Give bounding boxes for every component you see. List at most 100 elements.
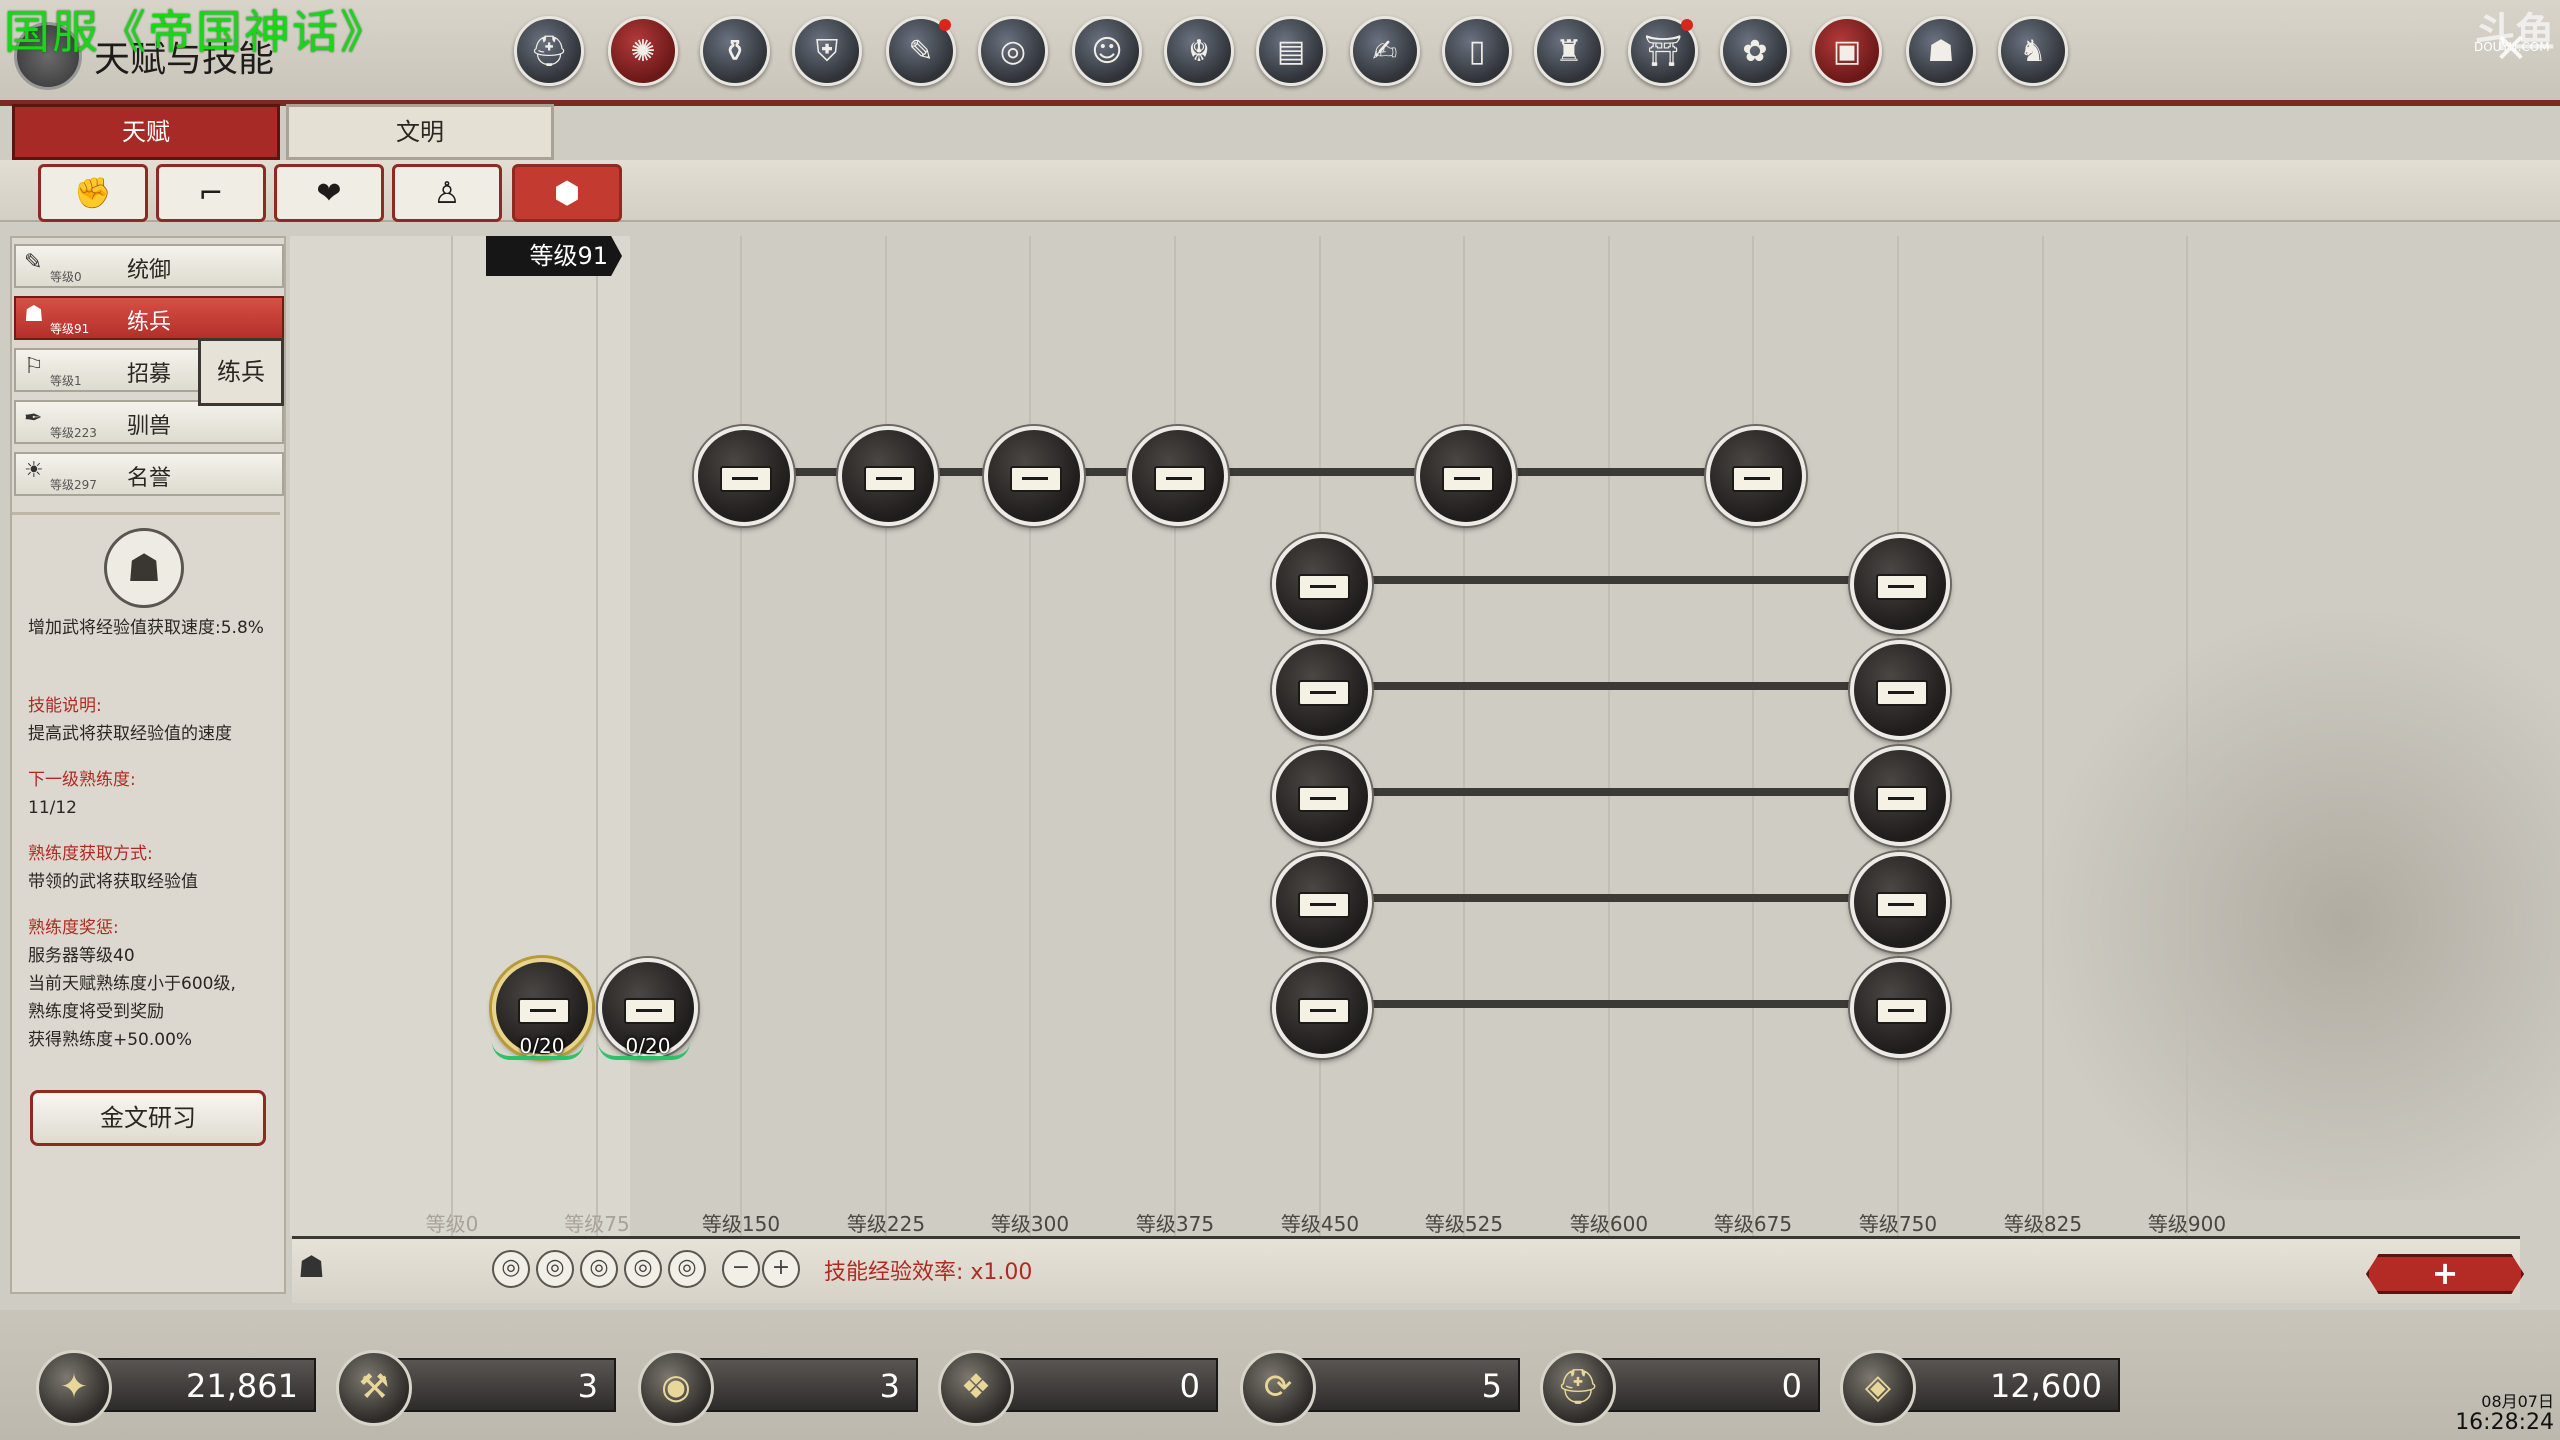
resource-value: 12,600 <box>1896 1358 2120 1412</box>
talent-node[interactable]: 0/20 <box>492 958 592 1060</box>
minus-button[interactable]: − <box>722 1250 760 1288</box>
hammer-icon[interactable]: ⚒ <box>336 1350 412 1426</box>
detail-effect: 增加武将经验值获取速度:5.8% <box>28 618 264 638</box>
top-nav-button[interactable]: ⛑ <box>514 16 584 86</box>
talent-node[interactable] <box>1272 640 1372 740</box>
talent-node[interactable] <box>1272 852 1372 952</box>
resource-value: 3 <box>694 1358 918 1412</box>
study-button[interactable]: 金文研习 <box>30 1090 266 1146</box>
axis-label: 等级750 <box>1858 1212 1938 1236</box>
badge-icon: ⬢ <box>553 175 581 211</box>
top-nav-button[interactable]: ✍ <box>1350 16 1420 86</box>
talent-node[interactable] <box>1416 426 1516 526</box>
warrior-silhouette-decoration <box>2010 580 2560 1200</box>
clock-time: 16:28:24 <box>2455 1410 2554 1435</box>
exp-token-icon: ◎ <box>492 1250 530 1288</box>
hover-tooltip: 练兵 <box>198 338 284 406</box>
subtab-bar <box>0 160 2560 222</box>
talent-node[interactable] <box>1272 534 1372 634</box>
gems-icon[interactable]: ❖ <box>938 1350 1014 1426</box>
talent-banner-icon <box>1298 680 1350 706</box>
top-nav-button[interactable]: ▯ <box>1442 16 1512 86</box>
top-nav-button[interactable]: ☺ <box>1072 16 1142 86</box>
category-item[interactable]: ☀ 等级297 名誉 <box>14 452 284 496</box>
crystal-icon[interactable]: ◈ <box>1840 1350 1916 1426</box>
category-name: 驯兽 <box>126 414 171 439</box>
talent-node[interactable] <box>1850 534 1950 634</box>
close-button[interactable]: ✕ <box>2470 4 2552 80</box>
top-nav-button[interactable]: ✿ <box>1720 16 1790 86</box>
top-nav-button[interactable]: ▣ <box>1812 16 1882 86</box>
subtab-button[interactable]: ♙ <box>392 164 502 222</box>
category-item[interactable]: ☗ 等级91 练兵 <box>14 296 284 340</box>
resource-value: 0 <box>1596 1358 1820 1412</box>
silver-icon[interactable]: ✦ <box>36 1350 112 1426</box>
coin-icon: ◎ <box>999 33 1027 69</box>
axis-label: 等级450 <box>1280 1212 1360 1236</box>
scroll-icon: ✎ <box>908 33 934 69</box>
top-nav-button[interactable]: ⛨ <box>792 16 862 86</box>
talent-banner-icon <box>1298 892 1350 918</box>
tree-link <box>1318 576 1896 584</box>
talent-banner-icon <box>1010 466 1062 492</box>
detail-reward-line: 当前天赋熟练度小于600级, <box>28 974 236 994</box>
talent-node[interactable] <box>1272 746 1372 846</box>
boot-icon: ⌐ <box>198 175 224 211</box>
top-nav-button[interactable]: ♞ <box>1998 16 2068 86</box>
talent-node[interactable]: 0/20 <box>598 958 698 1060</box>
talent-node[interactable] <box>1272 958 1372 1058</box>
talent-banner-icon <box>1876 680 1928 706</box>
add-button[interactable]: + <box>2366 1254 2524 1294</box>
resource-value: 21,861 <box>92 1358 316 1412</box>
top-nav-button[interactable]: ✺ <box>608 16 678 86</box>
detail-next-title: 下一级熟练度: <box>28 770 136 790</box>
tab-civilization[interactable]: 文明 <box>286 104 554 160</box>
talent-banner-icon <box>518 998 570 1024</box>
talent-node[interactable] <box>984 426 1084 526</box>
axis-label: 等级525 <box>1424 1212 1504 1236</box>
axis-label: 等级825 <box>2003 1212 2083 1236</box>
talent-node[interactable] <box>1850 746 1950 846</box>
category-item[interactable]: ✎ 等级0 统御 <box>14 244 284 288</box>
notification-dot <box>939 19 951 31</box>
top-nav-button[interactable]: ⚱ <box>700 16 770 86</box>
top-nav-button[interactable]: ✎ <box>886 16 956 86</box>
top-nav-button[interactable]: ☗ <box>1906 16 1976 86</box>
talent-node[interactable] <box>1706 426 1806 526</box>
fist-icon: ✊ <box>74 175 112 211</box>
gridline <box>885 236 887 1236</box>
talent-node[interactable] <box>1850 852 1950 952</box>
detail-gain-title: 熟练度获取方式: <box>28 844 153 864</box>
plus-button[interactable]: + <box>762 1250 800 1288</box>
talent-node[interactable] <box>838 426 938 526</box>
axis-label: 等级150 <box>701 1212 781 1236</box>
resource-value: 3 <box>392 1358 616 1412</box>
top-nav-button[interactable]: ⛩ <box>1628 16 1698 86</box>
talent-node[interactable] <box>1850 640 1950 740</box>
talent-node[interactable] <box>694 426 794 526</box>
detail-desc: 提高武将获取经验值的速度 <box>28 724 232 744</box>
clock-date: 08月07日 <box>2481 1392 2554 1411</box>
refresh-icon[interactable]: ⟳ <box>1240 1350 1316 1426</box>
top-nav-button[interactable]: ☬ <box>1164 16 1234 86</box>
horse-icon: ♞ <box>2019 33 2047 69</box>
category-item[interactable]: ✒ 等级223 驯兽 <box>14 400 284 444</box>
subtab-button[interactable]: ⌐ <box>156 164 266 222</box>
writing-icon: ✍ <box>1372 33 1398 69</box>
talent-banner-icon <box>1298 998 1350 1024</box>
subtab-button[interactable]: ❤ <box>274 164 384 222</box>
subtab-button[interactable]: ✊ <box>38 164 148 222</box>
subtab-button[interactable]: ⬢ <box>512 164 622 222</box>
axis-label: 等级900 <box>2147 1212 2227 1236</box>
helm-token-icon[interactable]: ⛑ <box>1540 1350 1616 1426</box>
top-nav-button[interactable]: ▤ <box>1256 16 1326 86</box>
talent-node[interactable] <box>1128 426 1228 526</box>
tab-talent[interactable]: 天赋 <box>12 104 280 160</box>
top-nav-button[interactable]: ◎ <box>978 16 1048 86</box>
gold-coin-icon[interactable]: ◉ <box>638 1350 714 1426</box>
talent-node[interactable] <box>1850 958 1950 1058</box>
top-nav-button[interactable]: ♜ <box>1534 16 1604 86</box>
building-icon: ♜ <box>1555 33 1583 69</box>
talent-banner-icon <box>624 998 676 1024</box>
mask-icon: ☗ <box>1927 33 1955 69</box>
